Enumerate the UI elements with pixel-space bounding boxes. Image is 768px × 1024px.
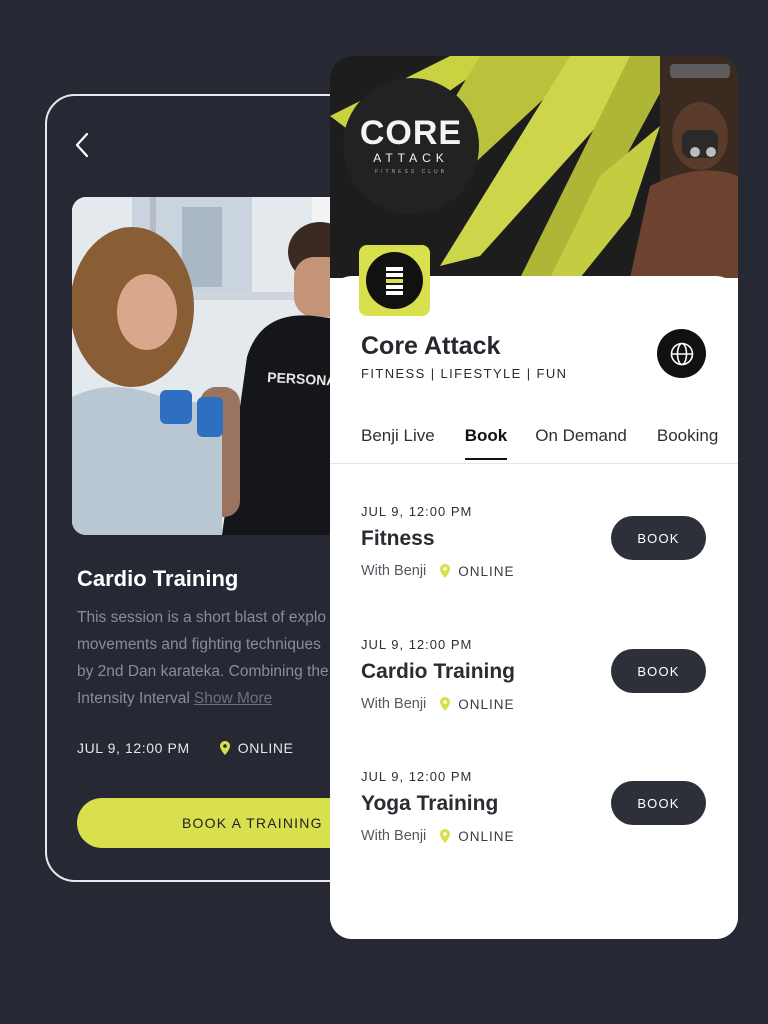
logo-wordmark: CORE (359, 114, 463, 152)
logo-subword: ATTACK (373, 151, 449, 165)
website-button[interactable] (657, 329, 706, 378)
tabs-divider (330, 463, 738, 464)
back-arrow-icon[interactable] (73, 130, 93, 160)
class-details: With Benji ONLINE (361, 563, 711, 579)
class-location: ONLINE (458, 828, 515, 844)
tab-book[interactable]: Book (464, 426, 507, 460)
tab-benji-live[interactable]: Benji Live (361, 426, 435, 446)
tab-on-demand[interactable]: On Demand (535, 426, 627, 446)
club-logo: CORE ATTACK FITNESS CLUB (343, 78, 479, 214)
club-mark-icon (386, 267, 403, 295)
class-list-item: JUL 9, 12:00 PM Cardio Training With Ben… (361, 637, 711, 727)
class-list-item: JUL 9, 12:00 PM Yoga Training With Benji… (361, 769, 711, 859)
session-meta: JUL 9, 12:00 PM ONLINE (77, 740, 294, 756)
class-list-item: JUL 9, 12:00 PM Fitness With Benji ONLIN… (361, 504, 711, 594)
club-tabs: Benji Live Book On Demand Booking (361, 426, 738, 460)
session-title: Cardio Training (77, 566, 239, 591)
class-instructor: With Benji (361, 696, 427, 712)
club-tags: FITNESS | LIFESTYLE | FUN (361, 366, 568, 381)
description-line-text: Intensity Interval (77, 690, 190, 707)
class-details: With Benji ONLINE (361, 696, 711, 712)
show-more-link[interactable]: Show More (194, 690, 272, 707)
tab-booking[interactable]: Booking (657, 426, 718, 446)
club-name: Core Attack (361, 332, 501, 360)
logo-tagline: FITNESS CLUB (375, 169, 447, 175)
club-screen: CORE ATTACK FITNESS CLUB Core Attack FIT… (330, 56, 738, 939)
session-date: JUL 9, 12:00 PM (77, 740, 190, 756)
session-location: ONLINE (237, 740, 294, 756)
location-pin-icon (219, 741, 230, 755)
location-pin-icon (440, 829, 451, 843)
globe-icon (670, 342, 693, 365)
book-button[interactable]: BOOK (611, 516, 706, 560)
class-instructor: With Benji (361, 563, 427, 579)
location-pin-icon (440, 697, 451, 711)
book-button[interactable]: BOOK (611, 649, 706, 693)
class-instructor: With Benji (361, 828, 427, 844)
class-location: ONLINE (458, 696, 515, 712)
location-pin-icon (440, 564, 451, 578)
club-avatar (359, 245, 430, 316)
book-button[interactable]: BOOK (611, 781, 706, 825)
class-details: With Benji ONLINE (361, 828, 711, 844)
class-location: ONLINE (458, 563, 515, 579)
